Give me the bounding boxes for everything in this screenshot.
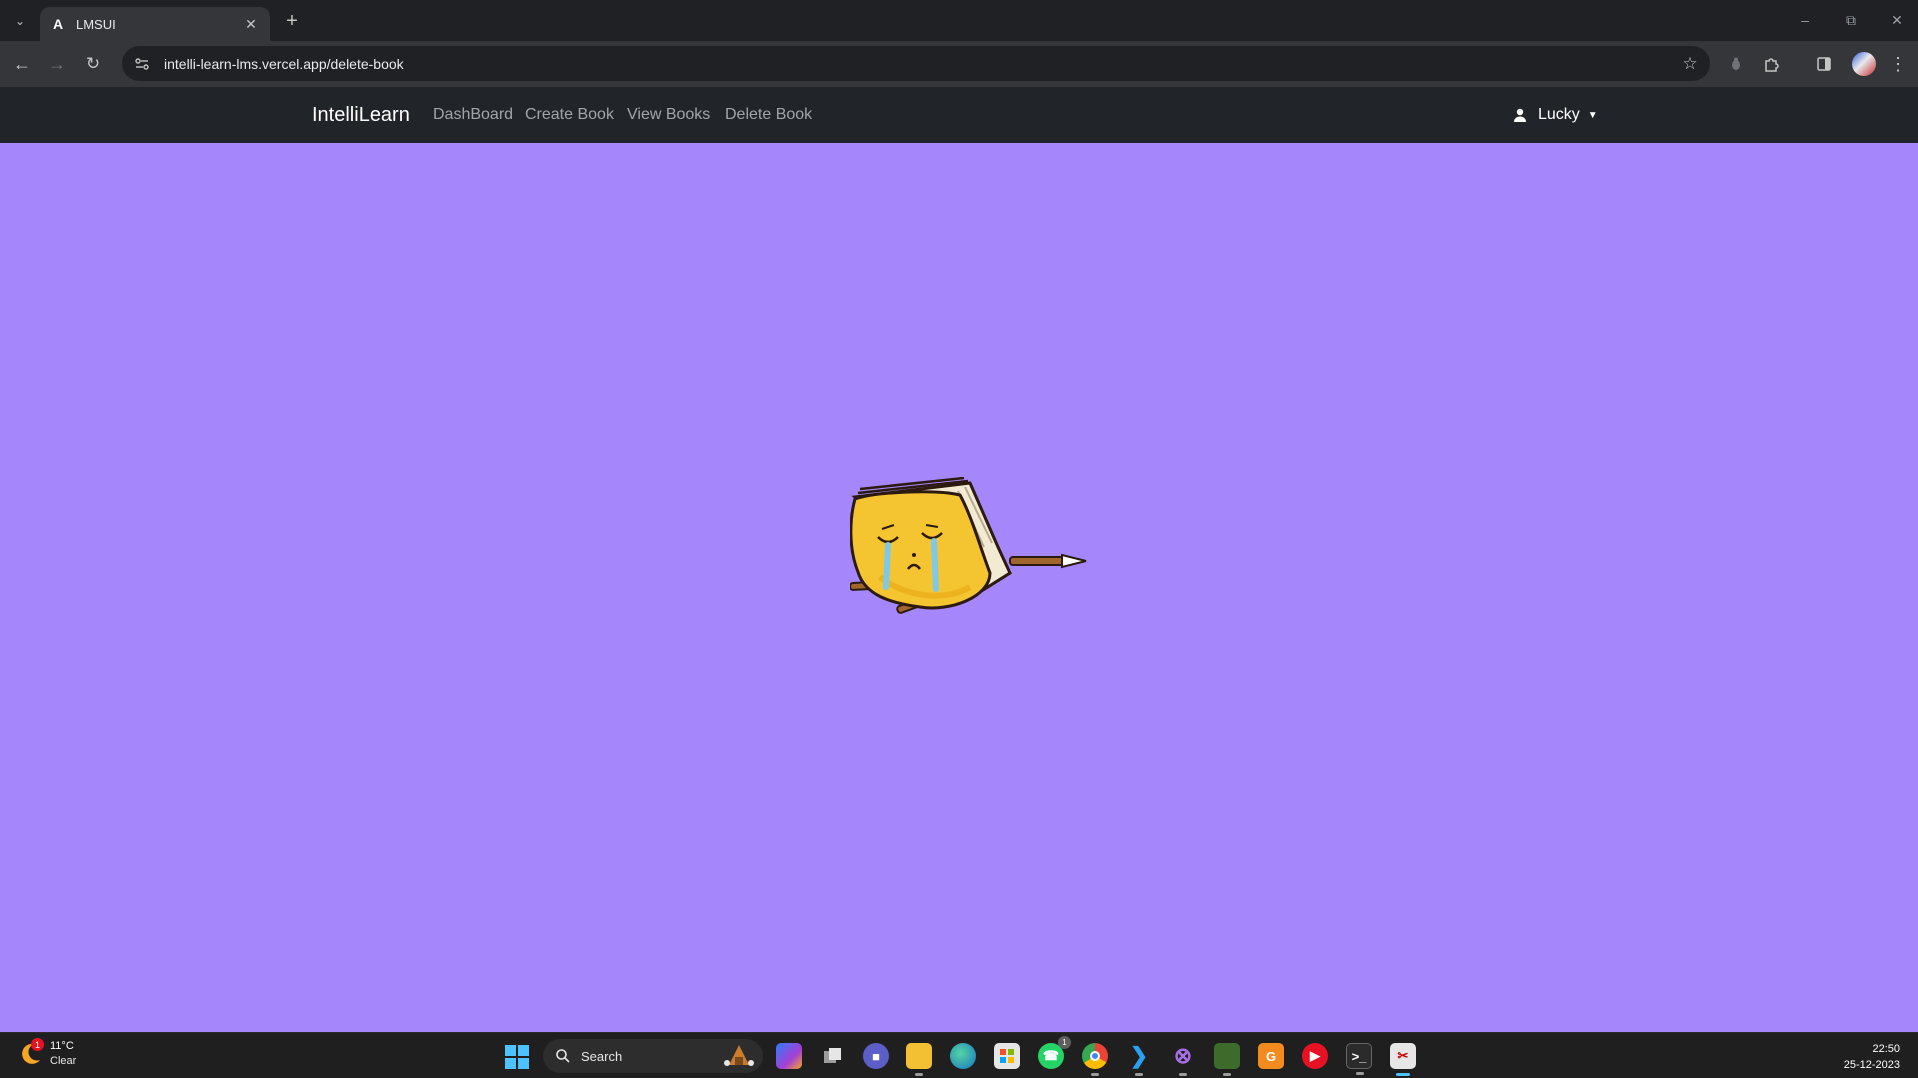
clock-time: 22:50 [1872,1043,1900,1055]
site-info-icon[interactable] [132,54,152,74]
whatsapp-icon[interactable]: ☎ 1 [1038,1036,1071,1069]
browser-tab[interactable]: A LMSUI ✕ [40,7,270,41]
back-arrow-icon[interactable]: ← [9,51,35,77]
whatsapp-badge: 1 [1058,1036,1071,1049]
nav-link-dashboard[interactable]: DashBoard [433,106,513,124]
weather-widget[interactable]: 1 11°C Clear [16,1038,77,1069]
chrome-icon[interactable] [1082,1043,1108,1076]
copilot-icon[interactable] [776,1043,802,1069]
extension-bug-icon[interactable] [1724,52,1748,76]
nav-link-delete-book[interactable]: Delete Book [725,106,812,124]
visual-studio-icon[interactable]: ⊗ [1170,1043,1196,1076]
minimize-icon[interactable]: – [1790,8,1820,32]
reload-icon[interactable]: ↻ [80,51,106,77]
url-text[interactable]: intelli-learn-lms.vercel.app/delete-book [164,56,1678,72]
tab-close-icon[interactable]: ✕ [242,16,260,33]
nav-link-create-book[interactable]: Create Book [525,106,614,124]
bookmark-star-icon[interactable]: ☆ [1678,52,1702,76]
snipping-tool-icon[interactable]: ✂ [1390,1043,1416,1076]
terminal-icon[interactable]: >_ [1346,1043,1372,1075]
sticky-app-icon[interactable] [1214,1043,1240,1076]
address-bar[interactable]: intelli-learn-lms.vercel.app/delete-book… [122,46,1710,81]
windows-start-icon[interactable] [505,1045,529,1069]
tab-title: LMSUI [76,16,116,32]
tab-search-icon[interactable]: ⌄ [8,9,32,33]
microsoft-store-icon[interactable] [994,1043,1020,1069]
browser-toolbar: ← → ↻ intelli-learn-lms.vercel.app/delet… [0,41,1918,87]
new-tab-icon[interactable]: + [280,9,304,33]
vscode-icon[interactable]: ❯ [1126,1043,1152,1076]
restore-icon[interactable]: ⧉ [1836,8,1866,32]
tab-favicon-icon: A [52,16,64,32]
system-clock[interactable]: 22:50 25-12-2023 [1844,1041,1900,1073]
file-explorer-icon[interactable] [906,1043,932,1076]
user-dropdown[interactable]: Lucky ▼ [1512,106,1598,124]
nav-link-view-books[interactable]: View Books [627,106,710,124]
windows-taskbar: 1 11°C Clear Search ■ ☎ 1 ❯ ⊗ G ▶ >_ ✂ 22… [0,1032,1918,1078]
weather-badge: 1 [31,1038,44,1051]
christmas-decoration-icon [724,1045,754,1066]
teams-chat-icon[interactable]: ■ [863,1043,889,1069]
clock-date: 25-12-2023 [1843,1059,1900,1071]
task-view-icon[interactable] [820,1043,846,1069]
chevron-down-icon: ▼ [1587,109,1598,121]
search-label: Search [581,1048,623,1064]
close-window-icon[interactable]: ✕ [1882,8,1912,32]
navbar-brand[interactable]: IntelliLearn [312,104,410,127]
user-name: Lucky [1538,106,1580,123]
git-app-icon[interactable]: G [1258,1043,1284,1069]
moon-icon: 1 [16,1038,44,1068]
profile-avatar[interactable] [1852,52,1876,76]
user-icon [1514,108,1526,122]
youtube-music-icon[interactable]: ▶ [1302,1043,1328,1069]
edge-browser-icon[interactable] [950,1043,976,1069]
weather-temperature: 11°C [50,1040,74,1052]
crying-book-icon [850,477,1087,614]
browser-tab-strip: ⌄ A LMSUI ✕ + – ⧉ ✕ [0,0,1918,41]
taskbar-search[interactable]: Search [543,1039,763,1073]
app-navbar: IntelliLearn DashBoard Create Book View … [0,87,1918,143]
browser-menu-icon[interactable]: ⋮ [1886,52,1910,76]
forward-arrow-icon[interactable]: → [44,51,70,77]
page-content: IntelliLearn DashBoard Create Book View … [0,87,1918,1032]
extensions-puzzle-icon[interactable] [1760,52,1784,76]
side-panel-icon[interactable] [1812,52,1836,76]
search-icon [556,1049,570,1063]
weather-condition: Clear [50,1055,77,1067]
